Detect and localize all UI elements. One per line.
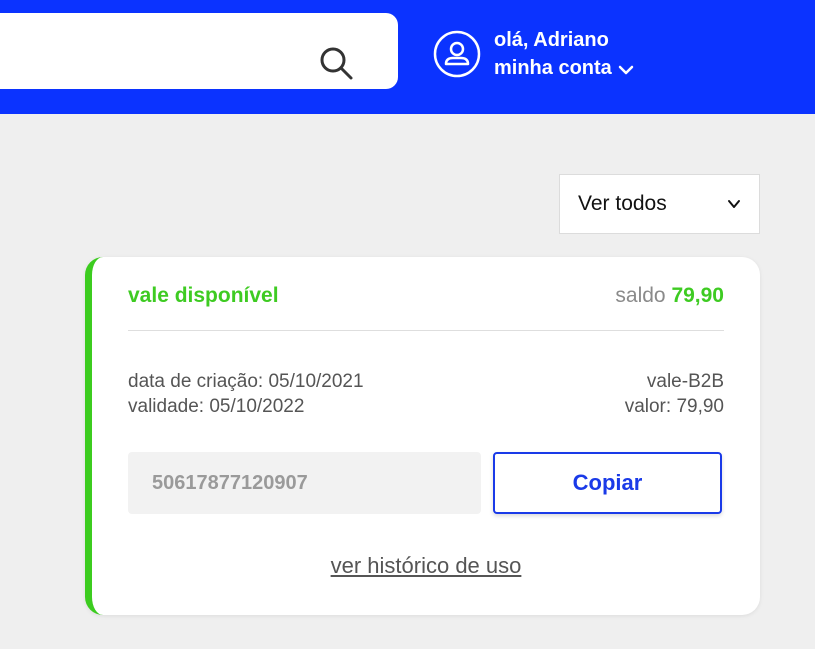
user-icon[interactable] [433,30,481,78]
user-menu[interactable]: olá, Adriano minha conta [433,26,634,82]
voucher-value: valor: 79,90 [624,396,724,417]
creation-date: data de criação: 05/10/2021 [128,371,364,392]
account-menu-toggle[interactable]: minha conta [494,54,634,82]
balance-label: saldo [615,284,666,307]
filter-selected-value: Ver todos [578,192,667,215]
balance-value: 79,90 [671,284,724,307]
filter-select[interactable]: Ver todos [559,174,760,234]
search-input[interactable] [0,13,398,89]
user-greeting: olá, Adriano [494,29,609,51]
voucher-details: vale-B2B valor: 79,90 [625,369,724,419]
account-label: minha conta [494,57,612,79]
validity-date: validade: 05/10/2022 [128,396,305,417]
copy-button[interactable]: Copiar [493,452,722,514]
search-icon[interactable] [318,45,354,81]
voucher-balance: saldo 79,90 [615,284,724,308]
divider [128,330,724,331]
voucher-dates: data de criação: 05/10/2021 validade: 05… [128,369,364,419]
voucher-type: vale-B2B [646,371,724,392]
voucher-code-field[interactable]: 50617877120907 [128,452,481,514]
voucher-card: vale disponível saldo 79,90 data de cria… [85,257,760,615]
usage-history-link[interactable]: ver histórico de uso [92,553,760,579]
header: olá, Adriano minha conta [0,0,815,114]
chevron-down-icon [728,200,740,208]
chevron-down-icon [618,65,634,74]
voucher-status: vale disponível [128,284,279,307]
